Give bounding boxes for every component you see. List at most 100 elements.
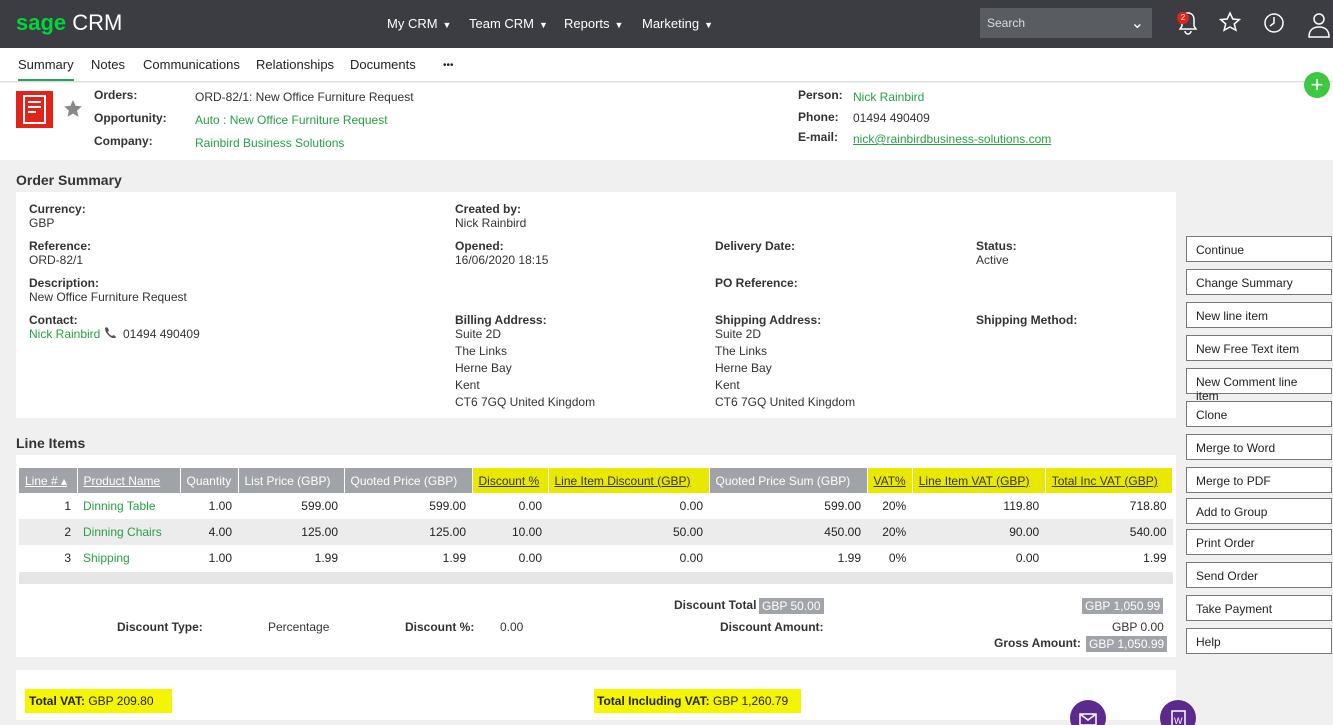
vat-pct: 0% (888, 551, 907, 565)
line-item-vat: 0.00 (1015, 551, 1040, 565)
shipping-line-3: Herne Bay (715, 361, 772, 375)
tab-notes[interactable]: Notes (91, 57, 125, 72)
logo[interactable]: sage CRM (16, 10, 122, 36)
col-vat-pct[interactable]: VAT% (867, 468, 913, 493)
vat-pct: 20% (867, 519, 913, 545)
add-icon[interactable]: + (1304, 72, 1330, 98)
shipping-line-5: CT6 7GQ United Kingdom (715, 395, 856, 409)
contact-link[interactable]: Nick Rainbird (29, 327, 100, 341)
gross-amount-label: Gross Amount: (994, 636, 1081, 650)
vat-pct: 20% (882, 499, 907, 513)
quoted-price-sum: 1.99 (837, 551, 861, 565)
product-link[interactable]: Dinning Table (77, 493, 180, 519)
line-item-vat: 90.00 (912, 519, 1046, 545)
search-input[interactable]: Search ⌄ (980, 8, 1152, 38)
discount-amount-label: Discount Amount: (720, 620, 824, 634)
discount-pct: 0.00 (518, 499, 542, 513)
chevron-down-icon[interactable]: ⌄ (1131, 13, 1144, 33)
billing-address-label: Billing Address: (455, 313, 547, 327)
line-item-discount: 0.00 (679, 499, 703, 513)
user-icon[interactable] (1306, 10, 1332, 38)
change-summary-button[interactable]: Change Summary (1186, 269, 1332, 295)
opportunity-link[interactable]: Auto : New Office Furniture Request (195, 113, 388, 127)
favourite-star-icon[interactable] (63, 99, 83, 119)
merge-to-pdf-button[interactable]: Merge to PDF (1186, 467, 1332, 493)
new-free-text-item-button[interactable]: New Free Text item (1186, 335, 1332, 361)
email-label: E-mail: (798, 130, 839, 144)
created-by-label: Created by: (455, 202, 522, 216)
tab-documents[interactable]: Documents (350, 57, 416, 72)
clock-icon[interactable] (1262, 10, 1286, 36)
nav-my-crm[interactable]: My CRM ▼ (387, 16, 451, 31)
email-link[interactable]: nick@rainbirdbusiness-solutions.com (853, 132, 1051, 146)
nav-reports[interactable]: Reports ▼ (564, 16, 623, 31)
total-including-vat: Total Including VAT: GBP 1,260.79 (594, 689, 802, 713)
currency-label: Currency: (29, 202, 86, 216)
order-summary-title: Order Summary (16, 172, 122, 188)
billing-line-4: Kent (455, 378, 480, 392)
send-order-button[interactable]: Send Order (1186, 562, 1332, 588)
created-by-value: Nick Rainbird (455, 216, 527, 230)
quoted-price: 125.00 (344, 519, 472, 545)
tab-more[interactable]: ••• (443, 60, 454, 71)
product-link[interactable]: Dinning Chairs (77, 519, 180, 545)
person-label: Person: (798, 88, 843, 102)
description-label: Description: (29, 276, 100, 290)
quoted-price: 1.99 (442, 551, 466, 565)
line-item-discount: 50.00 (548, 519, 709, 545)
help-button[interactable]: Help (1186, 628, 1332, 654)
col-line-item-vat[interactable]: Line Item VAT (GBP) (912, 468, 1046, 493)
col-line-item-discount[interactable]: Line Item Discount (GBP) (548, 468, 710, 493)
totals-panel: Discount Total GBP 50.00 GBP 1,050.99 Di… (16, 585, 1176, 657)
discount-pct-label: Discount %: (405, 620, 475, 634)
gross-amount-value: GBP 1,050.99 (1086, 636, 1168, 652)
notification-badge: 2 (1177, 12, 1189, 24)
col-product-name[interactable]: Product Name (77, 468, 181, 493)
total-inc-vat: 1.99 (1143, 551, 1167, 565)
po-reference-label: PO Reference: (715, 276, 798, 290)
person-link[interactable]: Nick Rainbird (853, 90, 924, 104)
quantity: 1.00 (208, 551, 232, 565)
vat-totals-panel: Total VAT: GBP 209.80 Total Including VA… (16, 670, 1176, 720)
quoted-price-sum: 599.00 (824, 499, 861, 513)
email-icon[interactable] (1070, 700, 1106, 725)
delivery-date-label: Delivery Date: (715, 239, 796, 253)
discount-total-value: GBP 50.00 (759, 598, 824, 614)
shipping-line-2: The Links (715, 344, 768, 358)
col-quantity: Quantity (180, 468, 239, 493)
take-payment-button[interactable]: Take Payment (1186, 595, 1332, 621)
col-quoted-price: Quoted Price (GBP) (344, 468, 473, 493)
nav-team-crm[interactable]: Team CRM ▼ (469, 16, 548, 31)
line-number: 1 (64, 499, 71, 513)
col-discount-pct[interactable]: Discount % (472, 468, 549, 493)
tab-summary[interactable]: Summary (18, 57, 74, 81)
line-item-vat: 119.80 (1003, 499, 1040, 513)
shipping-line-1: Suite 2D (715, 327, 762, 341)
opened-value: 16/06/2020 18:15 (455, 253, 549, 267)
merge-to-word-button[interactable]: Merge to Word (1186, 434, 1332, 460)
discount-total-label: Discount Total (674, 598, 757, 612)
shipping-method-label: Shipping Method: (976, 313, 1078, 327)
opened-label: Opened: (455, 239, 504, 253)
nav-marketing[interactable]: Marketing ▼ (642, 16, 713, 31)
line-number: 3 (64, 551, 71, 565)
product-link[interactable]: Shipping (77, 545, 180, 571)
tab-relationships[interactable]: Relationships (256, 57, 334, 72)
svg-text:W: W (1174, 716, 1183, 725)
total-inc-vat: 540.00 (1045, 519, 1173, 545)
tab-communications[interactable]: Communications (143, 57, 240, 72)
continue-button[interactable]: Continue (1186, 236, 1332, 262)
billing-line-3: Herne Bay (455, 361, 512, 375)
col-line-number[interactable]: Line # ▴ (19, 468, 78, 493)
word-document-icon[interactable]: W (1160, 700, 1196, 725)
new-line-item-button[interactable]: New line item (1186, 302, 1332, 328)
star-icon[interactable] (1218, 10, 1242, 36)
clone-button[interactable]: Clone (1186, 401, 1332, 427)
new-comment-line-item-button[interactable]: New Comment line item (1186, 368, 1332, 403)
total-inc-vat: 718.80 (1129, 499, 1167, 513)
company-link[interactable]: Rainbird Business Solutions (195, 136, 344, 150)
col-total-inc-vat[interactable]: Total Inc VAT (GBP) (1045, 468, 1174, 493)
discount-pct: 10.00 (472, 519, 548, 545)
add-to-group-button[interactable]: Add to Group (1186, 498, 1332, 524)
print-order-button[interactable]: Print Order (1186, 529, 1332, 555)
